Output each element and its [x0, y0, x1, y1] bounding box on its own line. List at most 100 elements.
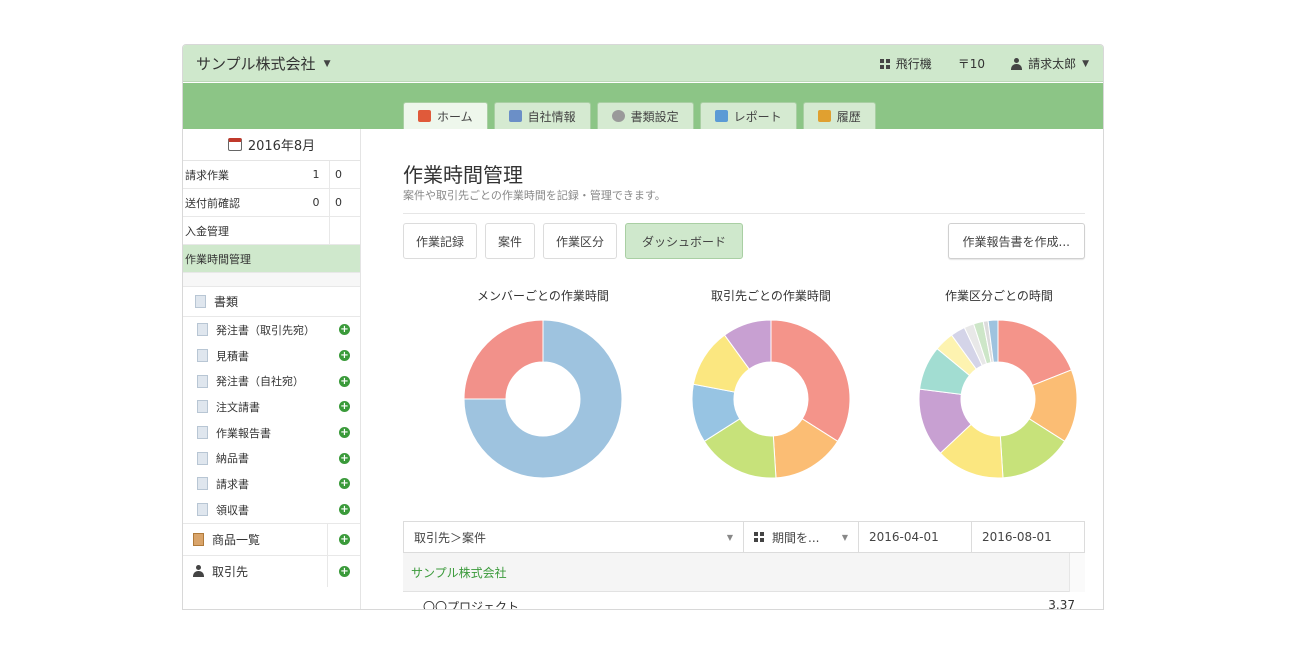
sidebar-item-products[interactable]: 商品一覧 + [183, 522, 360, 555]
main-content: 作業時間管理 案件や取引先ごとの作業時間を記録・管理できます。 作業記録 案件 … [403, 129, 1085, 610]
document-icon [197, 477, 208, 491]
chevron-down-icon: ▼ [841, 532, 848, 542]
doc-label: 発注書（取引先宛） [216, 323, 315, 337]
tab-history[interactable]: 履歴 [802, 102, 876, 129]
list-item[interactable]: 領収書 + [183, 497, 360, 523]
list-item[interactable]: 注文請書 + [183, 394, 360, 420]
document-icon [197, 349, 208, 363]
table-row[interactable]: 〇〇プロジェクト 3.37 [403, 592, 1085, 610]
tab-label: ホーム [437, 109, 473, 124]
sidebar-item-label: 送付前確認 [185, 196, 240, 210]
document-icon [197, 323, 208, 337]
add-icon[interactable]: + [339, 565, 350, 577]
date-from-input[interactable]: 2016-04-01 [859, 522, 972, 552]
doc-label: 請求書 [216, 477, 249, 491]
add-icon[interactable]: + [339, 375, 350, 387]
doc-label: 注文請書 [216, 400, 260, 414]
building-icon [508, 110, 522, 122]
main-nav: ホーム 自社情報 書類設定 レポート 履歴 [183, 83, 1103, 129]
document-icon [197, 400, 208, 414]
add-icon[interactable]: + [339, 324, 350, 336]
sidebar-item-pre-send-check[interactable]: 送付前確認 0 0 [183, 189, 360, 217]
sidebar-item-clients[interactable]: 取引先 + [183, 554, 360, 587]
projects-button[interactable]: 案件 [485, 223, 536, 259]
documents-header-label: 書類 [214, 295, 239, 309]
document-icon [197, 426, 208, 440]
gear-icon [611, 110, 625, 122]
chart-title-members: メンバーごとの作業時間 [477, 289, 609, 303]
list-item[interactable]: 発注書（自社宛） + [183, 368, 360, 394]
plan-label: 飛行機 [895, 57, 932, 71]
list-item[interactable]: 納品書 + [183, 445, 360, 471]
table-group-row[interactable]: サンプル株式会社 [403, 553, 1085, 592]
month-label: 2016年8月 [247, 139, 316, 154]
top-bar: サンプル株式会社 ▼ 飛行機 〒10 請求太郎 ▼ [183, 45, 1103, 82]
dashboard-button[interactable]: ダッシュボード [625, 223, 744, 259]
user-name: 請求太郎 [1028, 57, 1077, 71]
sidebar-item-count: 0 0 [312, 196, 348, 209]
donut-slice[interactable] [463, 319, 544, 400]
chart-title-categories: 作業区分ごとの時間 [945, 289, 1053, 303]
tab-company-info[interactable]: 自社情報 [493, 102, 591, 129]
period-value: 期間を... [772, 530, 820, 545]
donut-slice[interactable] [770, 319, 851, 443]
doc-label: 見積書 [216, 349, 249, 363]
caret-down-icon: ▼ [323, 58, 331, 69]
sidebar-item-work-time[interactable]: 作業時間管理 [183, 245, 360, 273]
group-by-select[interactable]: 取引先＞案件 ▼ [404, 522, 744, 552]
sidebar-item-payment[interactable]: 入金管理 [183, 217, 360, 245]
page-title: 作業時間管理 [403, 163, 523, 187]
company-name: サンプル株式会社 [196, 55, 316, 73]
categories-donut-chart [918, 319, 1078, 479]
list-item[interactable]: 作業報告書 + [183, 420, 360, 446]
filter-bar: 取引先＞案件 ▼ 期間を... ▼ 2016-04-01 2016-08-01 [403, 521, 1085, 553]
add-icon[interactable]: + [339, 533, 350, 545]
list-item[interactable]: 発注書（取引先宛） + [183, 317, 360, 343]
page-subtitle: 案件や取引先ごとの作業時間を記録・管理できます。 [403, 189, 666, 202]
work-category-button[interactable]: 作業区分 [543, 223, 618, 259]
month-selector[interactable]: 2016年8月 [183, 129, 360, 161]
tab-label: 自社情報 [527, 109, 576, 124]
user-menu[interactable]: 請求太郎 ▼ [1011, 55, 1089, 72]
period-select[interactable]: 期間を... ▼ [744, 522, 859, 552]
sidebar-item-billing[interactable]: 請求作業 1 0 [183, 161, 360, 189]
tab-home[interactable]: ホーム [403, 102, 488, 129]
calendar-icon [227, 138, 242, 151]
list-item[interactable]: 請求書 + [183, 471, 360, 497]
tab-report[interactable]: レポート [699, 102, 797, 129]
app-window: サンプル株式会社 ▼ 飛行機 〒10 請求太郎 ▼ ホーム 自社情報 書類設定 … [182, 44, 1104, 610]
work-log-button[interactable]: 作業記録 [403, 223, 478, 259]
inbox-label: 〒10 [957, 57, 986, 71]
tab-document-settings[interactable]: 書類設定 [596, 102, 694, 129]
add-icon[interactable]: + [339, 504, 350, 516]
date-to-input[interactable]: 2016-08-01 [972, 522, 1084, 552]
company-menu[interactable]: サンプル株式会社 ▼ [196, 53, 330, 74]
create-report-button[interactable]: 作業報告書を作成... [947, 223, 1085, 259]
grid-icon [879, 58, 890, 69]
sidebar-item-label: 取引先 [212, 564, 249, 579]
documents-header[interactable]: 書類 [183, 287, 360, 317]
home-icon [418, 110, 431, 122]
sidebar: 2016年8月 請求作業 1 0 送付前確認 0 0 入金管理 作業時間管理 書… [183, 129, 361, 609]
members-donut-chart [463, 319, 623, 479]
add-icon[interactable]: + [339, 427, 350, 439]
project-name: 〇〇プロジェクト [423, 600, 520, 610]
plan-menu[interactable]: 飛行機 [879, 55, 932, 72]
document-icon [197, 503, 208, 517]
sidebar-item-label: 商品一覧 [212, 532, 261, 547]
person-icon [193, 565, 204, 577]
group-name: サンプル株式会社 [411, 565, 507, 580]
add-icon[interactable]: + [339, 452, 350, 464]
doc-label: 発注書（自社宛） [216, 375, 304, 389]
add-icon[interactable]: + [339, 401, 350, 413]
tab-label: レポート [733, 109, 782, 124]
add-icon[interactable]: + [339, 478, 350, 490]
project-hours: 3.37 [1048, 598, 1075, 610]
add-icon[interactable]: + [339, 350, 350, 362]
sidebar-item-label: 請求作業 [185, 168, 229, 182]
list-item[interactable]: 見積書 + [183, 343, 360, 369]
inbox-menu[interactable]: 〒10 [958, 55, 985, 72]
doc-label: 作業報告書 [216, 426, 271, 440]
product-icon [193, 532, 204, 546]
sidebar-item-label: 作業時間管理 [185, 252, 251, 266]
